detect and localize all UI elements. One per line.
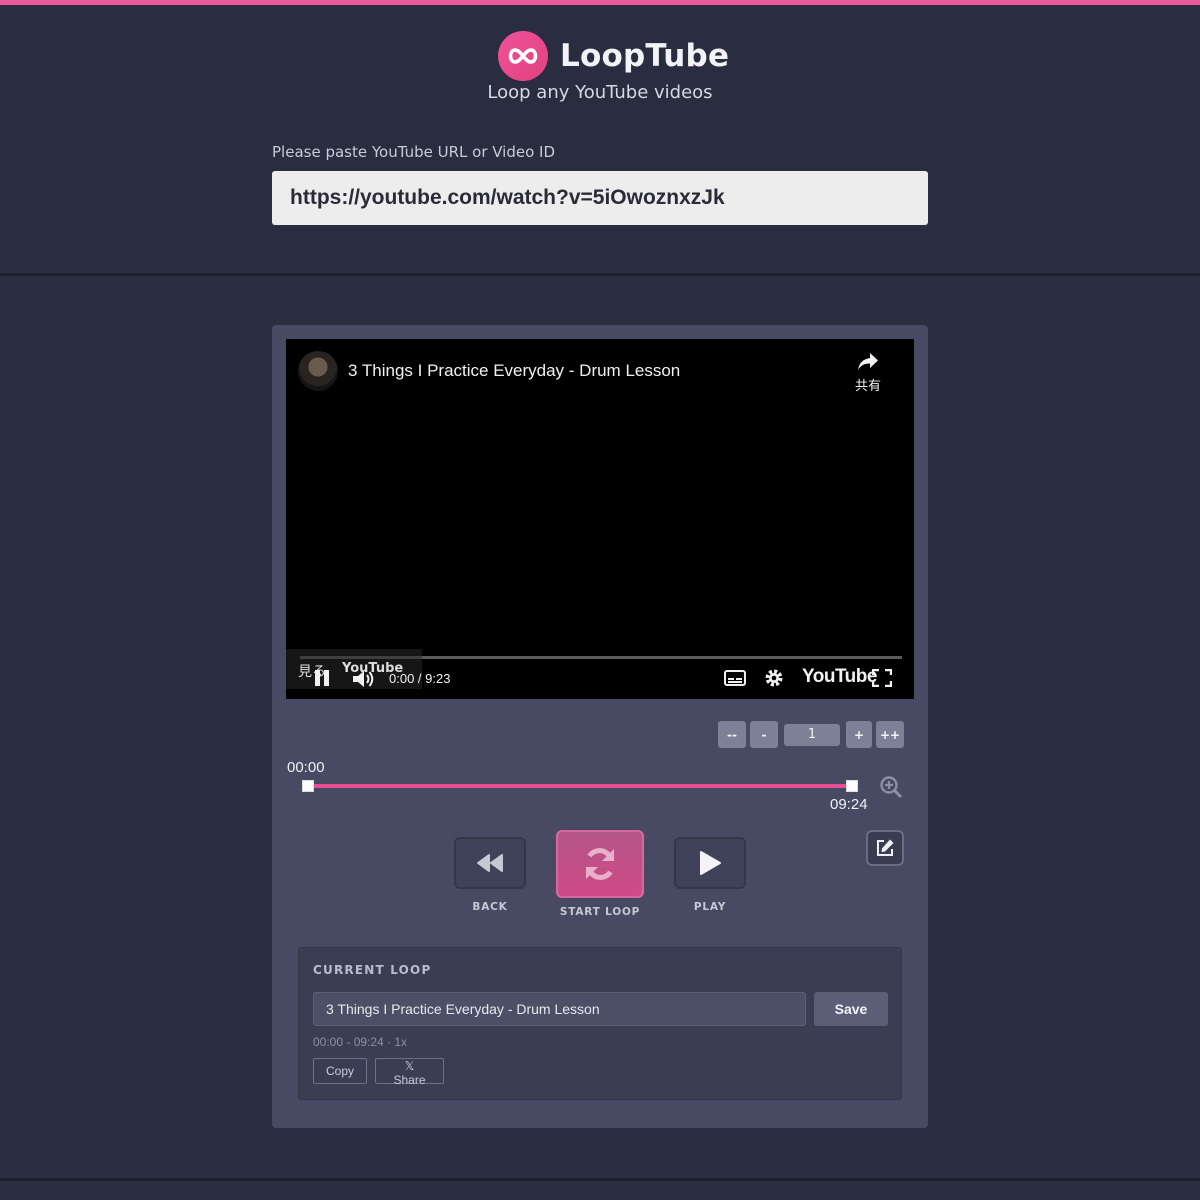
divider	[0, 273, 1200, 276]
range-end-handle[interactable]	[846, 780, 858, 792]
speed-increase-button[interactable]: +	[846, 721, 872, 748]
copy-button[interactable]: Copy	[313, 1058, 367, 1084]
start-loop-button[interactable]	[556, 830, 644, 898]
play-button[interactable]	[674, 837, 746, 889]
loop-card: 3 Things I Practice Everyday - Drum Less…	[272, 325, 928, 1128]
range-end-time: 09:24	[830, 796, 868, 813]
time-readout: 0:00 / 9:23	[389, 671, 451, 686]
x-share-button[interactable]: 𝕏 Share	[375, 1058, 444, 1087]
edit-icon	[877, 839, 894, 856]
gear-icon[interactable]	[764, 668, 784, 688]
app-name: LoopTube	[560, 38, 730, 74]
zoom-in-icon[interactable]	[879, 775, 903, 799]
range-start-time: 00:00	[287, 759, 325, 776]
back-label: BACK	[472, 901, 508, 913]
channel-avatar[interactable]	[298, 351, 338, 391]
url-label: Please paste YouTube URL or Video ID	[272, 143, 556, 161]
share-arrow-icon	[858, 353, 878, 370]
back-button[interactable]	[454, 837, 526, 889]
rewind-icon	[477, 854, 503, 872]
tagline: Loop any YouTube videos	[487, 82, 713, 103]
save-button[interactable]: Save	[814, 992, 888, 1026]
youtube-logo[interactable]: YouTube	[802, 666, 877, 688]
share-label: 共有	[854, 379, 881, 394]
infinity-icon	[498, 31, 548, 81]
pause-icon[interactable]	[314, 669, 330, 687]
fullscreen-icon[interactable]	[872, 669, 892, 687]
volume-icon[interactable]	[352, 669, 376, 689]
url-input[interactable]	[272, 171, 928, 225]
current-loop-panel: CURRENT LOOP Save 00:00 - 09:24 · 1x Cop…	[298, 947, 902, 1100]
header: LoopTube Loop any YouTube videos Please …	[0, 5, 1200, 273]
loop-sync-icon	[586, 848, 614, 880]
loop-control: START LOOP	[555, 830, 645, 918]
edit-button[interactable]	[866, 830, 904, 866]
start-loop-label: START LOOP	[559, 906, 641, 918]
video-title[interactable]: 3 Things I Practice Everyday - Drum Less…	[348, 361, 680, 381]
logo[interactable]: LoopTube	[498, 31, 729, 81]
current-loop-heading: CURRENT LOOP	[313, 963, 432, 977]
loop-range-slider[interactable]	[308, 784, 852, 788]
speed-value[interactable]: 1	[784, 723, 840, 746]
speed-decrease-more-button[interactable]: --	[718, 721, 746, 748]
play-label: PLAY	[693, 901, 727, 913]
speed-increase-more-button[interactable]: ++	[876, 721, 904, 748]
back-control: BACK	[452, 837, 528, 913]
loop-meta: 00:00 - 09:24 · 1x	[313, 1035, 408, 1049]
share-button[interactable]: 共有	[844, 351, 892, 394]
video-player[interactable]: 3 Things I Practice Everyday - Drum Less…	[286, 339, 914, 699]
loop-name-input[interactable]	[313, 992, 806, 1026]
play-icon	[700, 851, 721, 875]
speed-controls: -- - 1 + ++	[718, 721, 904, 748]
range-start-handle[interactable]	[302, 780, 314, 792]
play-control: PLAY	[672, 837, 748, 913]
subtitles-icon[interactable]	[724, 670, 746, 686]
speed-decrease-button[interactable]: -	[750, 721, 778, 748]
divider-bottom	[0, 1178, 1200, 1181]
